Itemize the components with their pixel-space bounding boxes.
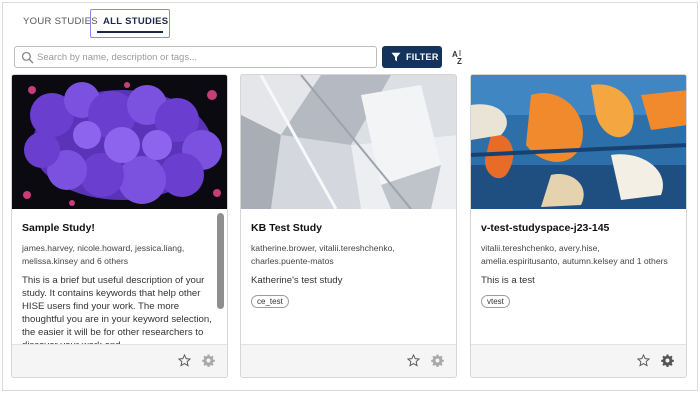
study-card[interactable]: KB Test Study katherine.brower, vitalii.… — [240, 74, 457, 378]
study-authors: james.harvey, nicole.howard, jessica.lia… — [22, 243, 185, 266]
study-authors: vitalii.tereshchenko, avery.hise, amelia… — [481, 243, 668, 266]
tab-all-studies-label: ALL STUDIES — [103, 16, 169, 27]
filter-button[interactable]: FILTER — [382, 46, 442, 68]
tab-all-studies[interactable]: ALL STUDIES — [90, 9, 170, 38]
study-description: This is a brief but useful description o… — [22, 275, 212, 345]
study-authors: katherine.brower, vitalii.tereshchenko, … — [251, 243, 395, 266]
study-card-body: Sample Study! james.harvey, nicole.howar… — [12, 209, 227, 345]
star-icon[interactable] — [407, 354, 420, 367]
study-tag[interactable]: ce_test — [251, 295, 289, 308]
svg-text:Z: Z — [457, 57, 462, 66]
study-description: Katherine's test study — [251, 275, 343, 286]
filter-icon — [391, 52, 401, 62]
study-card-footer — [12, 344, 227, 377]
star-icon[interactable] — [178, 354, 191, 367]
study-card-body: v-test-studyspace-j23-145 vitalii.teresh… — [471, 209, 686, 345]
study-title[interactable]: v-test-studyspace-j23-145 — [481, 222, 676, 234]
sort-alpha-icon[interactable]: A Z — [451, 48, 469, 66]
gear-icon[interactable] — [202, 354, 215, 367]
study-image-virus — [12, 75, 227, 209]
study-tag[interactable]: vtest — [481, 295, 510, 308]
scrollbar-thumb[interactable] — [217, 213, 224, 309]
study-description: This is a test — [481, 275, 535, 286]
study-card[interactable]: v-test-studyspace-j23-145 vitalii.teresh… — [470, 74, 687, 378]
tab-your-studies[interactable]: YOUR STUDIES — [23, 16, 98, 27]
tab-your-studies-label: YOUR STUDIES — [23, 16, 98, 27]
study-image-painting — [471, 75, 686, 209]
star-icon[interactable] — [637, 354, 650, 367]
study-card-footer — [471, 344, 686, 377]
search-icon — [21, 51, 34, 64]
search-box[interactable] — [14, 46, 377, 68]
study-title[interactable]: Sample Study! — [22, 222, 217, 234]
search-input[interactable] — [37, 49, 372, 66]
active-tab-indicator — [97, 31, 163, 33]
study-card[interactable]: Sample Study! james.harvey, nicole.howar… — [11, 74, 228, 378]
study-title[interactable]: KB Test Study — [251, 222, 446, 234]
study-card-footer — [241, 344, 456, 377]
study-image-architecture — [241, 75, 456, 209]
filter-button-label: FILTER — [406, 52, 439, 62]
study-card-body: KB Test Study katherine.brower, vitalii.… — [241, 209, 456, 345]
gear-icon[interactable] — [431, 354, 444, 367]
gear-icon[interactable] — [661, 354, 674, 367]
